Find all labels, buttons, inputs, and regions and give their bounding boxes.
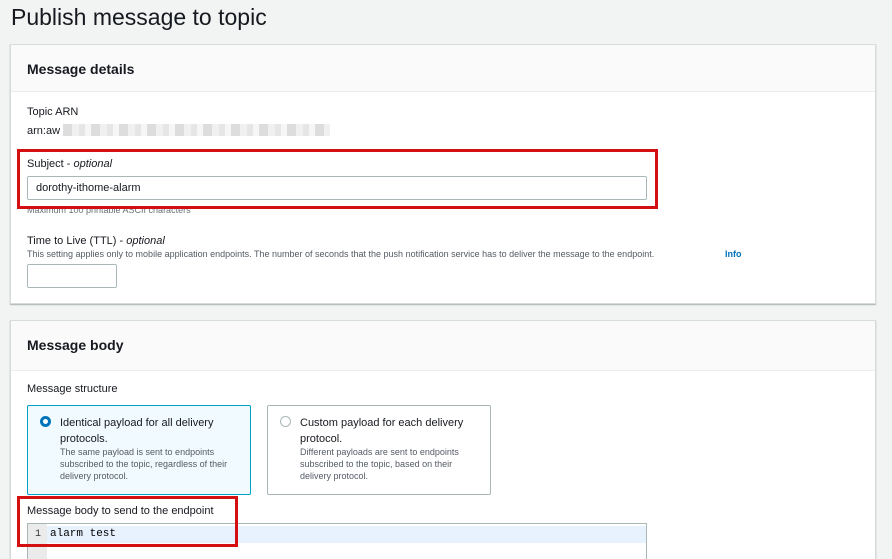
topic-arn-value: arn:aw	[27, 125, 61, 137]
message-structure-label: Message structure	[27, 383, 118, 395]
subject-optional: optional	[73, 158, 113, 170]
ttl-label: Time to Live (TTL) - optional	[27, 235, 165, 247]
option-custom-payload[interactable]: Custom payload for each delivery protoco…	[267, 405, 491, 495]
option-identical-payload[interactable]: Identical payload for all delivery proto…	[27, 405, 251, 495]
line-number: 1	[35, 529, 42, 540]
page-title: Publish message to topic	[11, 4, 267, 30]
radio-custom[interactable]	[280, 416, 291, 427]
subject-label: Subject - optional	[27, 158, 113, 170]
option-custom-title: Custom payload for each delivery protoco…	[300, 417, 464, 445]
message-body-heading: Message body	[11, 321, 875, 371]
radio-identical[interactable]	[40, 416, 51, 427]
option-custom-desc: Different payloads are sent to endpoints…	[300, 447, 459, 481]
option-identical-title: Identical payload for all delivery proto…	[60, 417, 214, 445]
option-identical-desc: The same payload is sent to endpoints su…	[60, 447, 228, 481]
editor-active-line	[47, 526, 646, 543]
ttl-description: This setting applies only to mobile appl…	[27, 249, 655, 259]
editor-text[interactable]: alarm test	[50, 528, 116, 540]
subject-input[interactable]	[27, 176, 647, 200]
topic-arn-label: Topic ARN	[27, 106, 79, 118]
message-details-panel: Message details	[10, 44, 876, 304]
ttl-info-link[interactable]: Info	[725, 249, 742, 259]
message-body-editor[interactable]: 1 alarm test	[27, 523, 647, 559]
ttl-input[interactable]	[27, 264, 117, 288]
ttl-optional: optional	[126, 235, 165, 247]
message-body-label: Message body to send to the endpoint	[27, 505, 214, 517]
subject-hint: Maximum 100 printable ASCII characters	[27, 205, 191, 215]
message-details-heading: Message details	[11, 45, 875, 92]
redacted-arn	[63, 124, 330, 136]
editor-gutter: 1	[28, 524, 47, 559]
